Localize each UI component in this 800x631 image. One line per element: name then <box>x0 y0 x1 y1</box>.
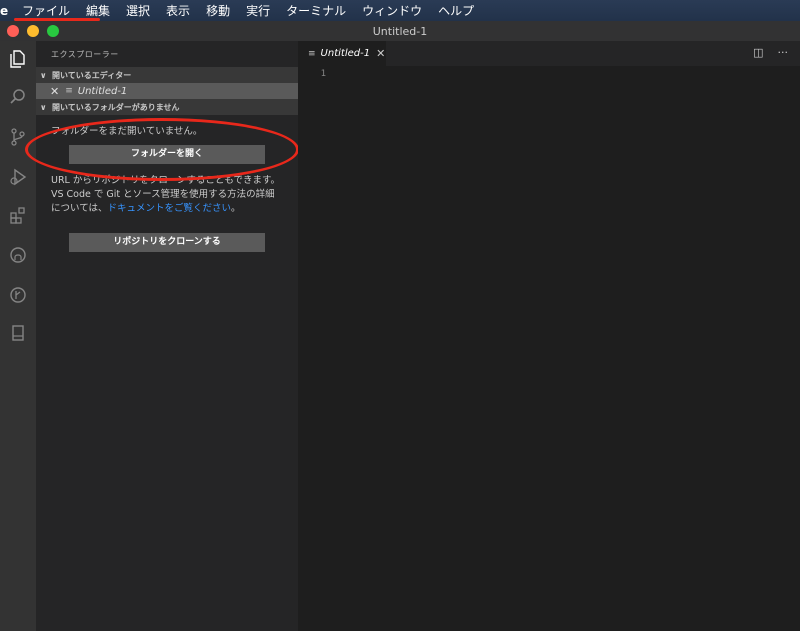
editor-area: ≡ Untitled-1 ✕ ◫ ··· 1 <box>298 41 800 631</box>
tab-untitled-1[interactable]: ≡ Untitled-1 ✕ <box>298 41 386 66</box>
menu-run[interactable]: 実行 <box>238 2 278 19</box>
line-number-gutter: 1 <box>298 66 338 79</box>
no-folder-header[interactable]: ∨ 開いているフォルダーがありません <box>36 99 298 115</box>
line-number: 1 <box>320 69 326 79</box>
open-editors-label: 開いているエディター <box>52 70 132 80</box>
app-menu[interactable]: e <box>0 4 10 18</box>
book-icon[interactable] <box>0 315 36 351</box>
editor-actions: ◫ ··· <box>753 46 788 59</box>
menu-go[interactable]: 移動 <box>198 2 238 19</box>
window-controls <box>7 25 59 37</box>
menu-help[interactable]: ヘルプ <box>430 2 482 19</box>
chevron-down-icon: ∨ <box>40 70 47 80</box>
file-lines-icon: ≡ <box>308 48 316 59</box>
split-editor-icon[interactable]: ◫ <box>753 46 763 59</box>
open-editor-item[interactable]: ✕ ≡ Untitled-1 <box>36 83 298 99</box>
search-icon[interactable] <box>0 79 36 115</box>
close-icon[interactable]: ✕ <box>376 47 385 60</box>
menu-file[interactable]: ファイル <box>14 2 100 21</box>
menu-window[interactable]: ウィンドウ <box>354 2 430 19</box>
close-icon[interactable]: ✕ <box>50 85 59 98</box>
docs-suffix: 。 <box>231 203 241 214</box>
system-menu-bar: e ファイル 編集 選択 表示 移動 実行 ターミナル ウィンドウ ヘルプ <box>0 0 800 21</box>
files-icon[interactable] <box>0 41 36 77</box>
activity-bar <box>0 41 36 631</box>
docs-link[interactable]: ドキュメントをご覧ください <box>108 203 232 214</box>
file-lines-icon: ≡ <box>65 86 73 96</box>
editor-tab-bar: ≡ Untitled-1 ✕ ◫ ··· <box>298 41 800 66</box>
clone-repository-button[interactable]: リポジトリをクローンする <box>69 233 265 252</box>
chevron-down-icon: ∨ <box>40 102 47 112</box>
menu-edit[interactable]: 編集 <box>78 2 118 19</box>
menu-selection[interactable]: 選択 <box>118 2 158 19</box>
sidebar-title: エクスプローラー <box>51 49 119 59</box>
more-actions-icon[interactable]: ··· <box>778 46 789 59</box>
zoom-window-button[interactable] <box>47 25 59 37</box>
menu-view[interactable]: 表示 <box>158 2 198 19</box>
close-window-button[interactable] <box>7 25 19 37</box>
open-editors-header[interactable]: ∨ 開いているエディター <box>36 67 298 83</box>
red-ellipse-annotation <box>25 118 299 181</box>
github-icon[interactable] <box>0 237 36 273</box>
tab-label: Untitled-1 <box>320 48 371 59</box>
open-editor-item-label: Untitled-1 <box>77 85 128 97</box>
extensions-icon[interactable] <box>0 197 36 233</box>
menu-terminal[interactable]: ターミナル <box>278 2 354 19</box>
window-title: Untitled-1 <box>372 24 428 38</box>
run-debug-icon[interactable] <box>0 159 36 195</box>
git-graph-icon[interactable] <box>0 277 36 313</box>
window-title-bar: Untitled-1 <box>0 21 800 41</box>
minimize-window-button[interactable] <box>27 25 39 37</box>
no-folder-label: 開いているフォルダーがありません <box>52 102 180 112</box>
